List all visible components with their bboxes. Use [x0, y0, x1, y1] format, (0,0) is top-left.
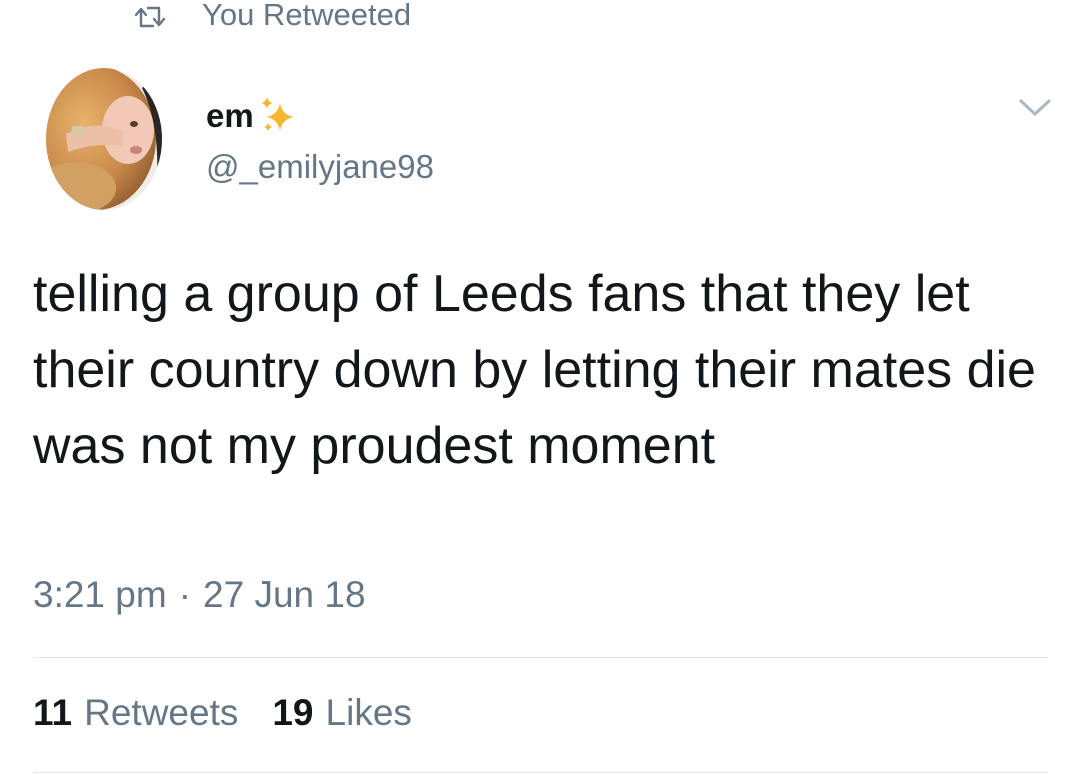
- tweet-stats: 11 Retweets 19 Likes: [33, 692, 446, 734]
- sparkles-icon: [256, 93, 302, 139]
- retweets-label: Retweets: [84, 692, 239, 733]
- divider: [33, 772, 1048, 773]
- timestamp-separator: ·: [178, 574, 192, 615]
- retweet-icon: [134, 2, 168, 28]
- retweet-banner: You Retweeted: [134, 0, 411, 32]
- likes-stat[interactable]: 19 Likes: [272, 692, 412, 734]
- divider: [33, 657, 1048, 658]
- tweet-date: 27 Jun 18: [203, 574, 366, 615]
- retweets-stat[interactable]: 11 Retweets: [33, 692, 238, 734]
- likes-count: 19: [272, 692, 314, 733]
- retweets-count: 11: [33, 692, 73, 733]
- retweet-banner-text: You Retweeted: [202, 0, 412, 32]
- user-handle[interactable]: @_emilyjane98: [206, 148, 434, 186]
- display-name[interactable]: em: [206, 97, 254, 135]
- tweet-time: 3:21 pm: [33, 574, 167, 615]
- tweet-text: telling a group of Leeds fans that they …: [33, 265, 1036, 475]
- author-name-row[interactable]: em: [206, 92, 302, 140]
- likes-label: Likes: [325, 692, 412, 733]
- chevron-down-icon[interactable]: [1018, 96, 1052, 120]
- tweet-timestamp[interactable]: 3:21 pm · 27 Jun 18: [33, 574, 366, 616]
- avatar[interactable]: [46, 68, 162, 210]
